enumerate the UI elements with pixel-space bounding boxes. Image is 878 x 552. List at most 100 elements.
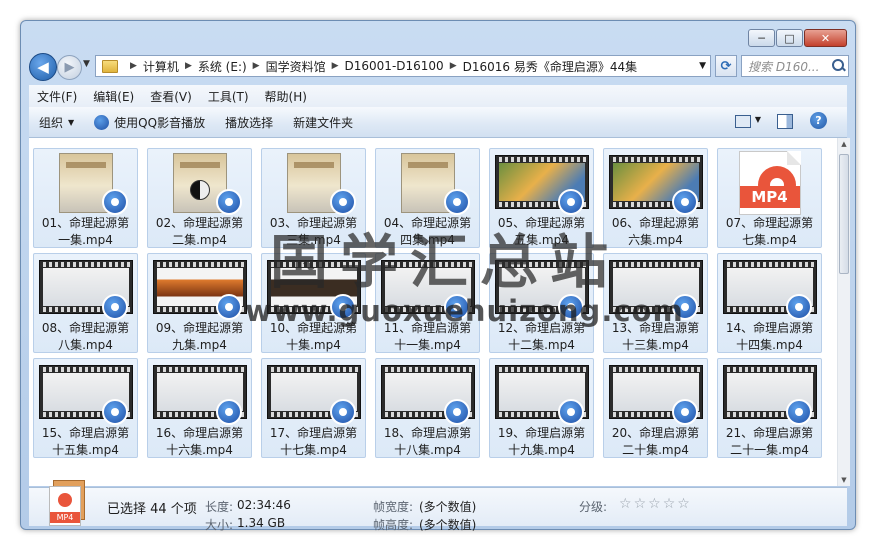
address-bar[interactable]: ▶ 计算机 ▶ 系统 (E:) ▶ 国学资料馆 ▶ D16001-D16100 …: [95, 55, 711, 77]
length-value: 02:34:46: [237, 498, 291, 512]
back-button[interactable]: ◀: [29, 53, 57, 81]
length-label: 长度:: [205, 500, 234, 514]
file-tile[interactable]: 14、命理启源第十四集.mp4: [717, 253, 822, 353]
file-tile[interactable]: 15、命理启源第十五集.mp4: [33, 358, 138, 458]
arrow-right-icon: ▶: [64, 60, 75, 75]
chevron-right-icon[interactable]: ▶: [185, 61, 192, 71]
qq-player-badge-icon: [216, 294, 242, 320]
menu-edit[interactable]: 编辑(E): [85, 88, 142, 105]
qq-player-badge-icon: [786, 399, 812, 425]
chevron-right-icon[interactable]: ▶: [130, 61, 137, 71]
qq-play-button[interactable]: 使用QQ影音播放: [84, 114, 215, 131]
star-icon[interactable]: ☆: [619, 496, 632, 512]
organize-label: 组织: [39, 115, 64, 130]
file-name: 08、命理起源第八集.mp4: [41, 321, 130, 352]
menu-tools[interactable]: 工具(T): [200, 88, 257, 105]
mp4-icon-text: MP4: [50, 512, 80, 523]
rating-label: 分级:: [579, 500, 608, 514]
menu-bar: 文件(F) 编辑(E) 查看(V) 工具(T) 帮助(H): [29, 85, 847, 108]
file-tile[interactable]: 18、命理启源第十八集.mp4: [375, 358, 480, 458]
search-input[interactable]: 搜索 D160...: [742, 58, 828, 75]
file-tile[interactable]: 19、命理启源第十九集.mp4: [489, 358, 594, 458]
view-options-icon[interactable]: [735, 115, 751, 128]
vertical-scrollbar[interactable]: ▲ ▼: [837, 138, 850, 486]
file-tile[interactable]: 17、命理启源第十七集.mp4: [261, 358, 366, 458]
recent-pages-dropdown[interactable]: ▼: [83, 59, 90, 69]
details-pane: MP4 已选择 44 个项 长度: 02:34:46 大小: 1.34 GB 帧…: [29, 480, 847, 532]
file-tile[interactable]: 08、命理起源第八集.mp4: [33, 253, 138, 353]
qq-player-badge-icon: [102, 399, 128, 425]
star-icon[interactable]: ☆: [677, 496, 690, 512]
menu-help[interactable]: 帮助(H): [257, 88, 315, 105]
menu-view[interactable]: 查看(V): [142, 88, 200, 105]
scroll-up-icon[interactable]: ▲: [838, 138, 850, 150]
file-name: 07、命理起源第七集.mp4: [725, 216, 814, 247]
watermark-url: www.guoxuehuizong.com: [245, 294, 684, 328]
file-tile[interactable]: 09、命理起源第九集.mp4: [147, 253, 252, 353]
size-value: 1.34 GB: [237, 516, 286, 530]
menu-file[interactable]: 文件(F): [29, 88, 85, 105]
qq-player-badge-icon: [330, 399, 356, 425]
qq-player-icon: [94, 114, 110, 130]
qq-player-badge-icon: [216, 399, 242, 425]
file-tile[interactable]: 02、命理起源第二集.mp4: [147, 148, 252, 248]
frame-height-value: (多个数值): [419, 518, 477, 532]
frame-width-value: (多个数值): [419, 500, 477, 514]
file-name: 21、命理启源第二十一集.mp4: [725, 426, 814, 457]
caption-buttons: ─ □ ✕: [747, 29, 847, 47]
new-folder-button[interactable]: 新建文件夹: [283, 114, 363, 131]
search-box[interactable]: 搜索 D160...: [741, 55, 849, 77]
breadcrumb-range[interactable]: D16001-D16100: [345, 59, 444, 73]
preview-pane-icon[interactable]: [777, 114, 793, 129]
qq-player-badge-icon: [672, 399, 698, 425]
refresh-button[interactable]: ⟳: [715, 55, 737, 77]
organize-button[interactable]: 组织 ▼: [29, 114, 84, 131]
scrollbar-thumb[interactable]: [839, 154, 849, 274]
file-tile[interactable]: 01、命理起源第一集.mp4: [33, 148, 138, 248]
help-icon[interactable]: ?: [810, 112, 827, 129]
chevron-right-icon[interactable]: ▶: [253, 61, 260, 71]
rating-stars[interactable]: ☆ ☆ ☆ ☆ ☆: [619, 496, 692, 512]
file-tile[interactable]: 21、命理启源第二十一集.mp4: [717, 358, 822, 458]
qq-play-label: 使用QQ影音播放: [114, 115, 206, 130]
scroll-down-icon[interactable]: ▼: [838, 474, 850, 486]
qq-player-badge-icon: [786, 294, 812, 320]
file-tile[interactable]: MP4 07、命理起源第七集.mp4: [717, 148, 822, 248]
chevron-right-icon[interactable]: ▶: [332, 61, 339, 71]
breadcrumb-computer[interactable]: 计算机: [143, 58, 179, 75]
watermark-title: 国学汇总站: [270, 228, 621, 296]
file-name: 01、命理起源第一集.mp4: [41, 216, 130, 247]
yin-yang-icon: [189, 180, 210, 200]
selection-count: 已选择 44 个项: [107, 502, 197, 517]
file-name: 17、命理启源第十七集.mp4: [269, 426, 358, 457]
close-button[interactable]: ✕: [804, 29, 847, 47]
file-name: 18、命理启源第十八集.mp4: [383, 426, 472, 457]
star-icon[interactable]: ☆: [648, 496, 661, 512]
file-tile[interactable]: 16、命理启源第十六集.mp4: [147, 358, 252, 458]
mp4-stack-icon: MP4: [49, 480, 85, 526]
file-tile[interactable]: 20、命理启源第二十集.mp4: [603, 358, 708, 458]
address-dropdown-icon[interactable]: ▼: [699, 61, 706, 71]
qq-player-badge-icon: [102, 294, 128, 320]
chevron-down-icon[interactable]: ▼: [755, 115, 761, 124]
folder-icon: [102, 59, 118, 73]
search-icon[interactable]: [832, 59, 846, 73]
file-name: 14、命理启源第十四集.mp4: [725, 321, 814, 352]
chevron-right-icon[interactable]: ▶: [450, 61, 457, 71]
size-label: 大小:: [205, 518, 234, 532]
frame-height-label: 帧高度:: [373, 518, 414, 532]
star-icon[interactable]: ☆: [663, 496, 676, 512]
qq-player-badge-icon: [558, 189, 584, 215]
star-icon[interactable]: ☆: [634, 496, 647, 512]
breadcrumb-drive[interactable]: 系统 (E:): [198, 58, 247, 75]
maximize-button[interactable]: □: [776, 29, 803, 47]
breadcrumb-library[interactable]: 国学资料馆: [266, 58, 326, 75]
play-selection-button[interactable]: 播放选择: [215, 114, 283, 131]
qq-player-badge-icon: [444, 399, 470, 425]
refresh-icon: ⟳: [720, 58, 732, 74]
breadcrumb-current-folder[interactable]: D16016 易秀《命理启源》44集: [463, 58, 638, 75]
file-name: 20、命理启源第二十集.mp4: [611, 426, 700, 457]
minimize-button[interactable]: ─: [748, 29, 775, 47]
navigation-row: ◀ ▶ ▼ ▶ 计算机 ▶ 系统 (E:) ▶ 国学资料馆 ▶ D16001-D…: [29, 53, 849, 81]
forward-button[interactable]: ▶: [57, 55, 82, 80]
